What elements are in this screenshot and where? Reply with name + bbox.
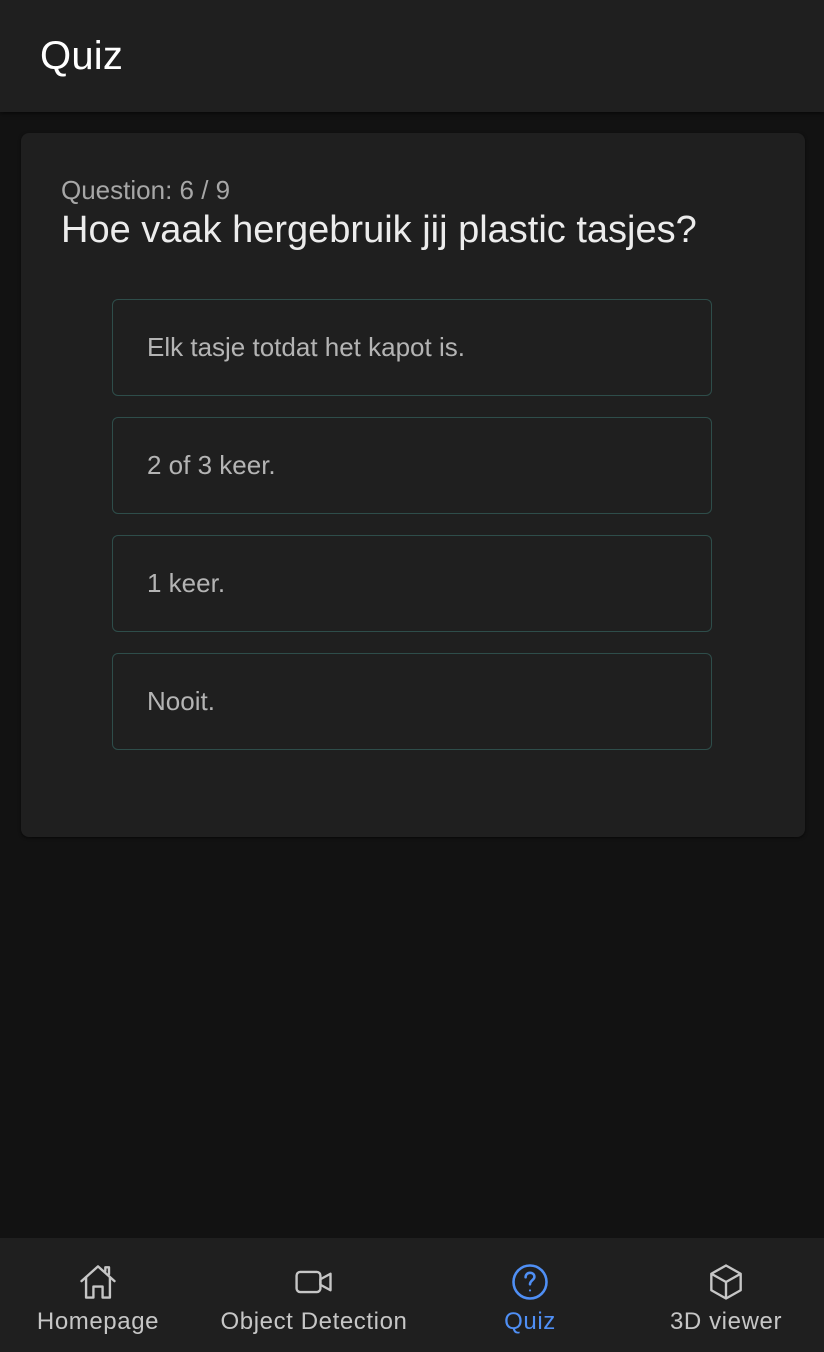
- nav-label-3d-viewer: 3D viewer: [669, 1308, 783, 1335]
- answer-list: Elk tasje totdat het kapot is. 2 of 3 ke…: [112, 299, 712, 771]
- question-text: Hoe vaak hergebruik jij plastic tasjes?: [61, 209, 697, 251]
- answer-option-3[interactable]: 1 keer.: [112, 535, 712, 632]
- cube-icon: [704, 1260, 748, 1304]
- bottom-navigation: Homepage Object Detection Quiz 3D viewer: [0, 1238, 824, 1352]
- answer-option-1[interactable]: Elk tasje totdat het kapot is.: [112, 299, 712, 396]
- answer-option-2[interactable]: 2 of 3 keer.: [112, 417, 712, 514]
- nav-item-homepage[interactable]: Homepage: [0, 1238, 196, 1352]
- page-title: Quiz: [40, 33, 124, 78]
- help-circle-icon: [508, 1260, 552, 1304]
- answer-option-4[interactable]: Nooit.: [112, 653, 712, 750]
- nav-item-object-detection[interactable]: Object Detection: [196, 1238, 432, 1352]
- nav-label-quiz: Quiz: [504, 1308, 556, 1335]
- question-card: Question: 6 / 9 Hoe vaak hergebruik jij …: [21, 133, 805, 837]
- home-icon: [76, 1260, 120, 1304]
- quiz-screen: Quiz Question: 6 / 9 Hoe vaak hergebruik…: [0, 0, 824, 1352]
- nav-label-object-detection: Object Detection: [220, 1308, 408, 1335]
- video-camera-icon: [292, 1260, 336, 1304]
- question-counter: Question: 6 / 9: [61, 175, 231, 205]
- app-bar: Quiz: [0, 0, 824, 112]
- nav-item-3d-viewer[interactable]: 3D viewer: [628, 1238, 824, 1352]
- nav-label-homepage: Homepage: [36, 1308, 160, 1335]
- nav-item-quiz[interactable]: Quiz: [432, 1238, 628, 1352]
